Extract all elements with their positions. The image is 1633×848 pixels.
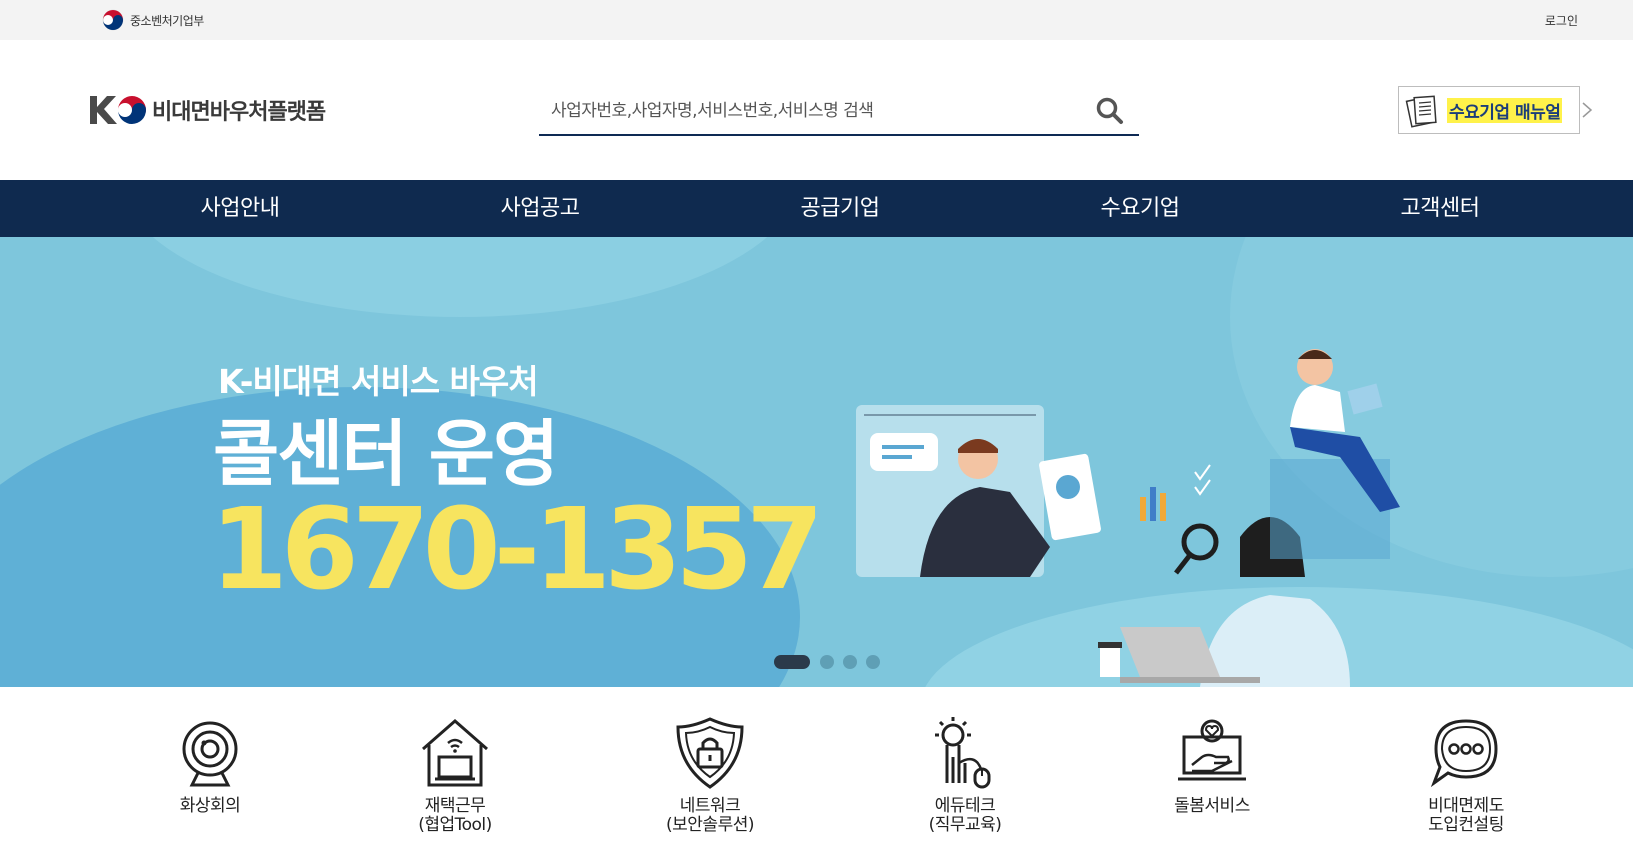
search-input[interactable] [551,96,1071,126]
nav-item-suppliers[interactable]: 공급기업 [740,180,940,237]
manual-label: 수요기업 매뉴얼 [1447,97,1563,123]
category-label: 재택근무 (협업Tool) [418,796,492,835]
search-icon [1096,97,1123,124]
header: 비대면바우처플랫폼 수요기업 매뉴얼 [0,40,1633,180]
slide-indicator[interactable] [843,655,857,669]
category-network-security[interactable]: 네트워크 (보안솔루션) [620,713,800,835]
category-consulting[interactable]: 비대면제도 도입컨설팅 [1376,713,1556,835]
nav-item-demand-companies[interactable]: 수요기업 [1040,180,1240,237]
document-stack-icon [1405,95,1437,128]
search-button[interactable] [1095,96,1125,126]
main-nav: 사업안내 사업공고 공급기업 수요기업 고객센터 [0,180,1633,237]
category-label: 에듀테크 (직무교육) [928,796,1002,835]
ministry-brand[interactable]: 중소벤처기업부 [102,9,204,31]
logo-text: 비대면바우처플랫폼 [152,100,326,125]
category-care-service[interactable]: 돌봄서비스 [1122,713,1302,816]
category-label: 화상회의 [179,796,241,816]
slide-indicator[interactable] [820,655,834,669]
ministry-name: 중소벤처기업부 [130,13,204,28]
category-label: 돌봄서비스 [1174,796,1250,816]
manual-button[interactable]: 수요기업 매뉴얼 [1398,86,1593,134]
nav-item-announcements[interactable]: 사업공고 [440,180,640,237]
lightbulb-mouse-icon [935,717,991,789]
laptop-heart-hand-icon [1178,719,1246,781]
utility-bar: 중소벤처기업부 로그인 [0,0,1633,40]
site-logo[interactable]: 비대면바우처플랫폼 [88,92,326,128]
banner-phone-number: 1670-1357 [210,485,824,615]
taegeuk-emblem-icon [102,9,124,31]
banner-illustration [856,349,1400,687]
category-label: 비대면제도 도입컨설팅 [1428,796,1504,835]
login-link[interactable]: 로그인 [1545,12,1578,29]
k-logo-icon [90,96,146,124]
category-video-conference[interactable]: 화상회의 [120,713,300,816]
category-remote-work[interactable]: 재택근무 (협업Tool) [365,713,545,835]
home-laptop-icon [422,719,488,787]
shield-lock-icon [676,717,744,789]
nav-item-business-guide[interactable]: 사업안내 [140,180,340,237]
search-box [539,86,1139,136]
category-edutech[interactable]: 에듀테크 (직무교육) [875,713,1055,835]
hero-banner[interactable]: K-비대면 서비스 바우처 콜센터 운영 1670-1357 [0,237,1633,687]
nav-item-customer-center[interactable]: 고객센터 [1340,180,1540,237]
slide-indicator-active[interactable] [774,655,810,669]
chat-bubble-icon [1430,719,1498,788]
service-categories: 화상회의 재택근무 (협업Tool) 네트워크 (보안솔루션) 에듀테크 (직무… [0,687,1633,848]
category-label: 네트워크 (보안솔루션) [666,796,754,835]
webcam-icon [182,721,238,787]
slide-indicator[interactable] [866,655,880,669]
chevron-right-icon [1582,102,1593,118]
